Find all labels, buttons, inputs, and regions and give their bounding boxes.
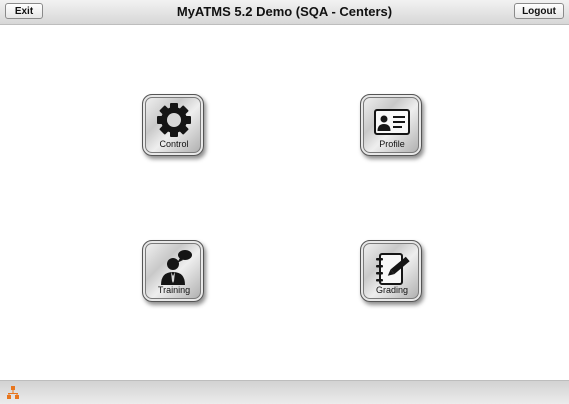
profile-tile[interactable]: Profile	[360, 94, 422, 156]
logout-button[interactable]: Logout	[514, 3, 564, 19]
grading-label: Grading	[375, 285, 409, 295]
page-title: MyATMS 5.2 Demo (SQA - Centers)	[176, 4, 393, 19]
title-bar: Exit MyATMS 5.2 Demo (SQA - Centers) Log…	[0, 0, 569, 25]
id-card-icon	[374, 109, 410, 135]
network-status-icon	[7, 386, 19, 399]
grading-tile[interactable]: Grading	[360, 240, 422, 302]
notebook-pen-icon	[376, 253, 410, 285]
profile-label: Profile	[379, 139, 405, 149]
status-bar	[0, 380, 569, 404]
training-tile[interactable]: Training	[142, 240, 204, 302]
control-label: Control	[159, 139, 189, 149]
gear-icon	[157, 103, 191, 137]
person-speech-icon	[161, 250, 192, 285]
training-label: Training	[157, 285, 191, 295]
control-tile[interactable]: Control	[142, 94, 204, 156]
